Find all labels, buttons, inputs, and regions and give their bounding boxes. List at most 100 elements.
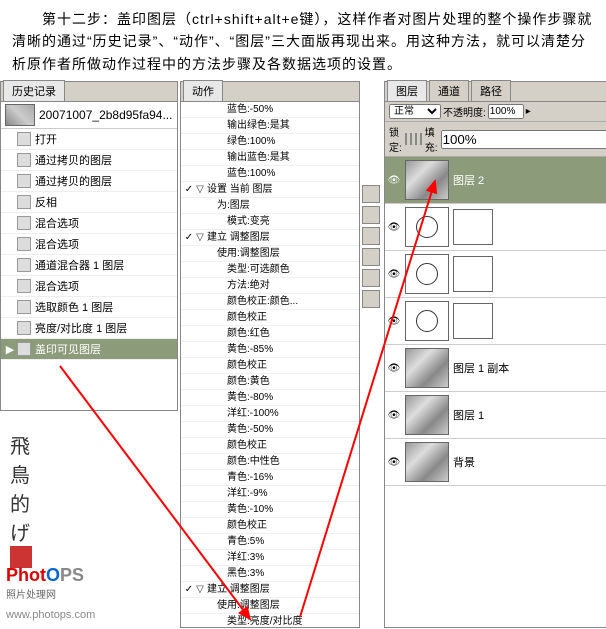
action-check-icon[interactable]: ✓ bbox=[183, 583, 195, 596]
action-item[interactable]: 颜色:黄色 bbox=[181, 374, 359, 390]
action-item[interactable]: 为:图层 bbox=[181, 198, 359, 214]
visibility-eye-icon[interactable]: 👁 bbox=[387, 269, 401, 280]
action-item[interactable]: 青色:-16% bbox=[181, 470, 359, 486]
history-item[interactable]: 混合选项 bbox=[1, 276, 177, 297]
history-item[interactable]: 通道混合器 1 图层 bbox=[1, 255, 177, 276]
action-item[interactable]: 蓝色:-50% bbox=[181, 102, 359, 118]
layer-item[interactable]: 👁 bbox=[385, 204, 606, 251]
action-item[interactable]: 方法:绝对 bbox=[181, 278, 359, 294]
opacity-input[interactable] bbox=[488, 104, 524, 119]
history-item[interactable]: 通过拷贝的图层 bbox=[1, 171, 177, 192]
history-item[interactable]: 反相 bbox=[1, 192, 177, 213]
action-item[interactable]: 黄色:-85% bbox=[181, 342, 359, 358]
action-item[interactable]: 黄色:-10% bbox=[181, 502, 359, 518]
tab-channels[interactable]: 通道 bbox=[429, 80, 469, 101]
layer-mask-thumb[interactable] bbox=[453, 303, 493, 339]
action-item[interactable]: 颜色校正 bbox=[181, 358, 359, 374]
tab-layers[interactable]: 图层 bbox=[387, 80, 427, 101]
visibility-eye-icon[interactable]: 👁 bbox=[387, 410, 401, 421]
action-item[interactable]: 黄色:-50% bbox=[181, 422, 359, 438]
layer-item[interactable]: 👁 背景 bbox=[385, 439, 606, 486]
action-item[interactable]: 青色:5% bbox=[181, 534, 359, 550]
tool-icon[interactable] bbox=[362, 227, 380, 245]
lock-image-icon[interactable] bbox=[410, 133, 412, 145]
action-item[interactable]: 洋红:3% bbox=[181, 550, 359, 566]
action-label: 为:图层 bbox=[205, 199, 357, 212]
layer-item[interactable]: 👁 图层 2 bbox=[385, 157, 606, 204]
action-item[interactable]: ✓▽建立 调整图层 bbox=[181, 582, 359, 598]
action-toggle-icon[interactable]: ▽ bbox=[195, 583, 205, 596]
fill-input[interactable] bbox=[441, 130, 606, 149]
history-item[interactable]: 通过拷贝的图层 bbox=[1, 150, 177, 171]
action-label: 使用:调整图层 bbox=[205, 599, 357, 612]
action-item[interactable]: 颜色校正 bbox=[181, 518, 359, 534]
visibility-eye-icon[interactable]: 👁 bbox=[387, 316, 401, 327]
layer-name[interactable]: 背景 bbox=[453, 454, 475, 470]
action-item[interactable]: 颜色:中性色 bbox=[181, 454, 359, 470]
tool-icon[interactable] bbox=[362, 248, 380, 266]
layer-thumb[interactable] bbox=[405, 395, 449, 435]
action-item[interactable]: 使用:调整图层 bbox=[181, 246, 359, 262]
action-item[interactable]: 蓝色:100% bbox=[181, 166, 359, 182]
lock-position-icon[interactable] bbox=[415, 133, 417, 145]
layer-mask-thumb[interactable] bbox=[453, 209, 493, 245]
action-item[interactable]: 黄色:-80% bbox=[181, 390, 359, 406]
tool-icon[interactable] bbox=[362, 290, 380, 308]
action-item[interactable]: 洋红:-9% bbox=[181, 486, 359, 502]
action-item[interactable]: 颜色校正 bbox=[181, 310, 359, 326]
history-item[interactable]: 亮度/对比度 1 图层 bbox=[1, 318, 177, 339]
action-item[interactable]: ✓▽建立 调整图层 bbox=[181, 230, 359, 246]
visibility-eye-icon[interactable]: 👁 bbox=[387, 363, 401, 374]
tab-history[interactable]: 历史记录 bbox=[3, 80, 65, 101]
layer-name[interactable]: 图层 2 bbox=[453, 172, 484, 188]
tool-icon[interactable] bbox=[362, 206, 380, 224]
layer-name[interactable]: 图层 1 副本 bbox=[453, 360, 509, 376]
action-item[interactable]: 颜色校正 bbox=[181, 438, 359, 454]
lock-transparent-icon[interactable] bbox=[405, 133, 407, 145]
layer-item[interactable]: 👁 bbox=[385, 251, 606, 298]
history-item[interactable]: ▶盖印可见图层 bbox=[1, 339, 177, 360]
history-snapshot-row[interactable]: 20071007_2b8d95fa94... bbox=[1, 102, 177, 129]
action-item[interactable]: 输出绿色:是其 bbox=[181, 118, 359, 134]
layer-thumb[interactable] bbox=[405, 254, 449, 294]
action-item[interactable]: 绿色:100% bbox=[181, 134, 359, 150]
layer-thumb[interactable] bbox=[405, 301, 449, 341]
visibility-eye-icon[interactable]: 👁 bbox=[387, 175, 401, 186]
tab-actions[interactable]: 动作 bbox=[183, 80, 223, 101]
action-item[interactable]: 颜色:红色 bbox=[181, 326, 359, 342]
visibility-eye-icon[interactable]: 👁 bbox=[387, 457, 401, 468]
lock-all-icon[interactable] bbox=[420, 133, 422, 145]
dropdown-icon[interactable]: ▸ bbox=[526, 106, 531, 117]
layer-thumb[interactable] bbox=[405, 442, 449, 482]
action-item[interactable]: 使用:调整图层 bbox=[181, 598, 359, 614]
layer-item[interactable]: 👁 图层 1 bbox=[385, 392, 606, 439]
layer-name[interactable]: 图层 1 bbox=[453, 407, 484, 423]
layer-thumb[interactable] bbox=[405, 160, 449, 200]
action-item[interactable]: 模式:变亮 bbox=[181, 214, 359, 230]
blend-mode-select[interactable]: 正常 bbox=[389, 104, 441, 119]
layer-thumb[interactable] bbox=[405, 348, 449, 388]
tab-paths[interactable]: 路径 bbox=[471, 80, 511, 101]
layer-item[interactable]: 👁 bbox=[385, 298, 606, 345]
action-check-icon[interactable]: ✓ bbox=[183, 231, 195, 244]
action-toggle-icon[interactable]: ▽ bbox=[195, 231, 205, 244]
history-item[interactable]: 混合选项 bbox=[1, 213, 177, 234]
history-item[interactable]: 打开 bbox=[1, 129, 177, 150]
action-item[interactable]: 颜色校正:颜色... bbox=[181, 294, 359, 310]
action-item[interactable]: 类型:可选颜色 bbox=[181, 262, 359, 278]
visibility-eye-icon[interactable]: 👁 bbox=[387, 222, 401, 233]
tool-icon[interactable] bbox=[362, 269, 380, 287]
action-item[interactable]: 类型:亮度/对比度 bbox=[181, 614, 359, 627]
action-check-icon[interactable]: ✓ bbox=[183, 183, 195, 196]
action-item[interactable]: ✓▽设置 当前 图层 bbox=[181, 182, 359, 198]
action-toggle-icon[interactable]: ▽ bbox=[195, 183, 205, 196]
layer-item[interactable]: 👁 图层 1 副本 bbox=[385, 345, 606, 392]
layer-thumb[interactable] bbox=[405, 207, 449, 247]
action-item[interactable]: 洋红:-100% bbox=[181, 406, 359, 422]
action-item[interactable]: 输出蓝色:是其 bbox=[181, 150, 359, 166]
history-item[interactable]: 混合选项 bbox=[1, 234, 177, 255]
tool-icon[interactable] bbox=[362, 185, 380, 203]
action-item[interactable]: 黑色:3% bbox=[181, 566, 359, 582]
layer-mask-thumb[interactable] bbox=[453, 256, 493, 292]
history-item[interactable]: 选取颜色 1 图层 bbox=[1, 297, 177, 318]
